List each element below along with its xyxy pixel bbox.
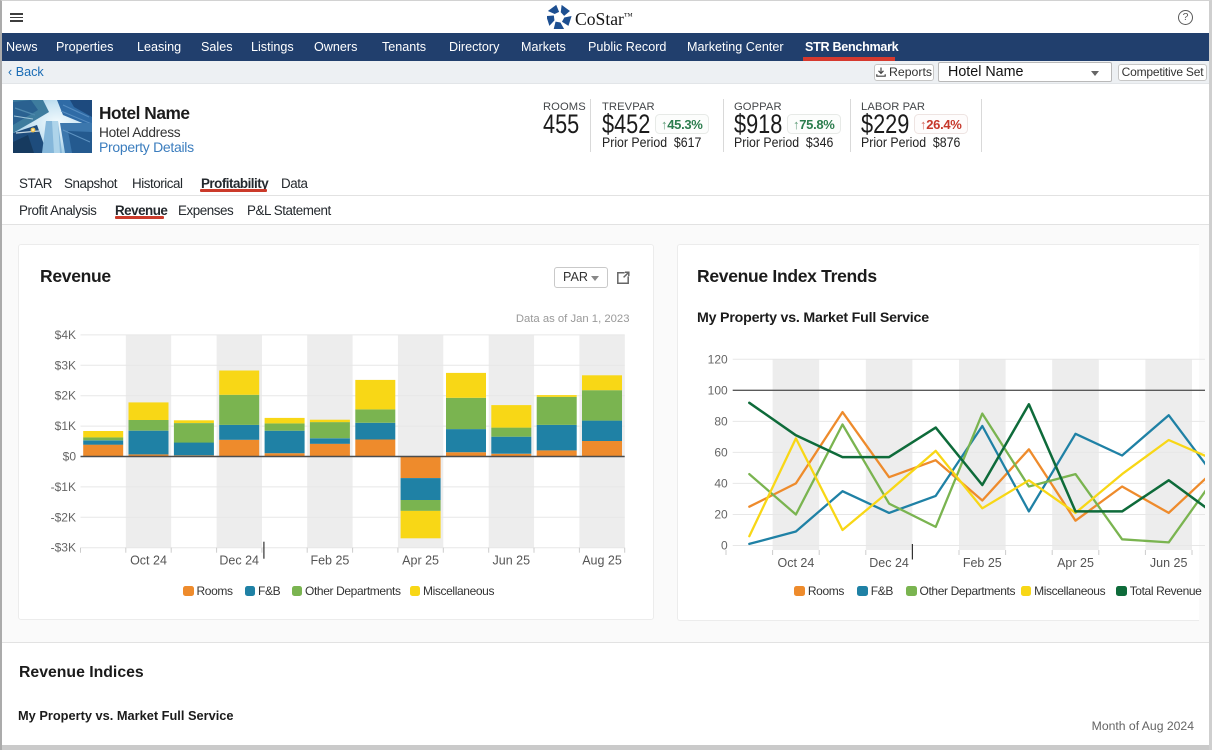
svg-text:20: 20 (714, 508, 728, 522)
svg-text:-$2K: -$2K (50, 510, 75, 524)
svg-text:Dec 24: Dec 24 (869, 556, 909, 570)
svg-text:Feb 25: Feb 25 (963, 556, 1002, 570)
svg-text:Jun 25: Jun 25 (492, 554, 530, 568)
svg-text:$0: $0 (62, 450, 76, 464)
svg-text:Oct 24: Oct 24 (777, 556, 814, 570)
svg-text:100: 100 (708, 384, 728, 398)
svg-text:Aug 25: Aug 25 (582, 554, 622, 568)
svg-text:Feb 25: Feb 25 (310, 554, 349, 568)
svg-text:$3K: $3K (54, 358, 75, 372)
svg-text:-$3K: -$3K (50, 541, 75, 555)
svg-text:60: 60 (714, 446, 728, 460)
svg-text:0: 0 (721, 539, 728, 553)
svg-text:Apr 25: Apr 25 (1057, 556, 1094, 570)
svg-text:$2K: $2K (54, 389, 75, 403)
svg-text:Jun 25: Jun 25 (1150, 556, 1188, 570)
svg-text:80: 80 (714, 415, 728, 429)
svg-text:Apr 25: Apr 25 (402, 554, 439, 568)
svg-text:-$1K: -$1K (50, 480, 75, 494)
svg-text:$4K: $4K (54, 328, 75, 342)
svg-text:Dec 24: Dec 24 (219, 554, 259, 568)
svg-text:40: 40 (714, 477, 728, 491)
svg-text:Oct 24: Oct 24 (130, 554, 167, 568)
svg-text:120: 120 (708, 353, 728, 367)
svg-text:$1K: $1K (54, 419, 75, 433)
